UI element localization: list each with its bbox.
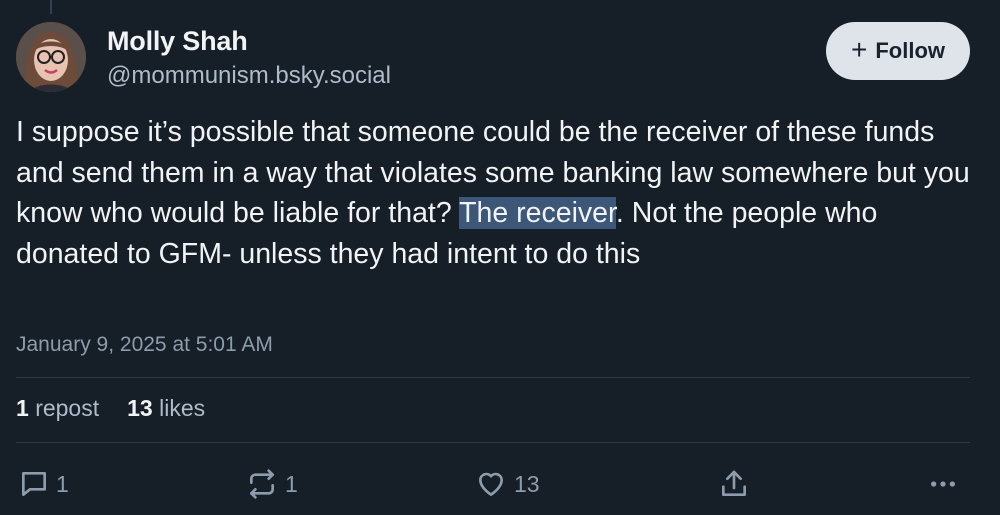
heart-icon — [479, 472, 503, 496]
divider — [16, 442, 970, 443]
share-icon — [722, 470, 746, 496]
repost-count: 1 — [285, 470, 298, 497]
avatar[interactable] — [16, 22, 86, 92]
more-options-button[interactable] — [927, 462, 959, 506]
selected-text: The receiver — [459, 197, 616, 229]
divider — [16, 377, 970, 378]
repost-icon — [250, 469, 274, 499]
reply-count: 1 — [56, 470, 69, 497]
engagement-stats: 1 repost 13 likes — [16, 395, 205, 422]
reply-icon — [22, 472, 46, 496]
like-button[interactable]: 13 — [474, 462, 540, 506]
follow-button-label: Follow — [875, 38, 945, 63]
post-text: I suppose it’s possible that someone cou… — [16, 112, 976, 274]
plus-icon: + — [850, 34, 868, 65]
reposts-stat[interactable]: 1 repost — [16, 395, 99, 422]
likes-stat[interactable]: 13 likes — [127, 395, 205, 422]
more-icon — [931, 481, 955, 487]
reposts-count: 1 — [16, 395, 29, 421]
likes-label: likes — [159, 395, 206, 421]
post-timestamp[interactable]: January 9, 2025 at 5:01 AM — [16, 333, 273, 357]
author-handle[interactable]: @mommunism.bsky.social — [107, 62, 391, 90]
avatar-image — [16, 22, 86, 92]
author-name[interactable]: Molly Shah — [107, 26, 248, 57]
reply-button[interactable]: 1 — [18, 462, 69, 506]
action-bar: 1 1 13 — [0, 462, 1000, 506]
share-button[interactable] — [718, 462, 750, 506]
likes-count: 13 — [127, 395, 153, 421]
repost-button[interactable]: 1 — [245, 462, 298, 506]
reposts-label: repost — [35, 395, 100, 421]
thread-line — [50, 0, 52, 14]
like-count: 13 — [514, 470, 540, 497]
follow-button[interactable]: + Follow — [826, 22, 970, 80]
